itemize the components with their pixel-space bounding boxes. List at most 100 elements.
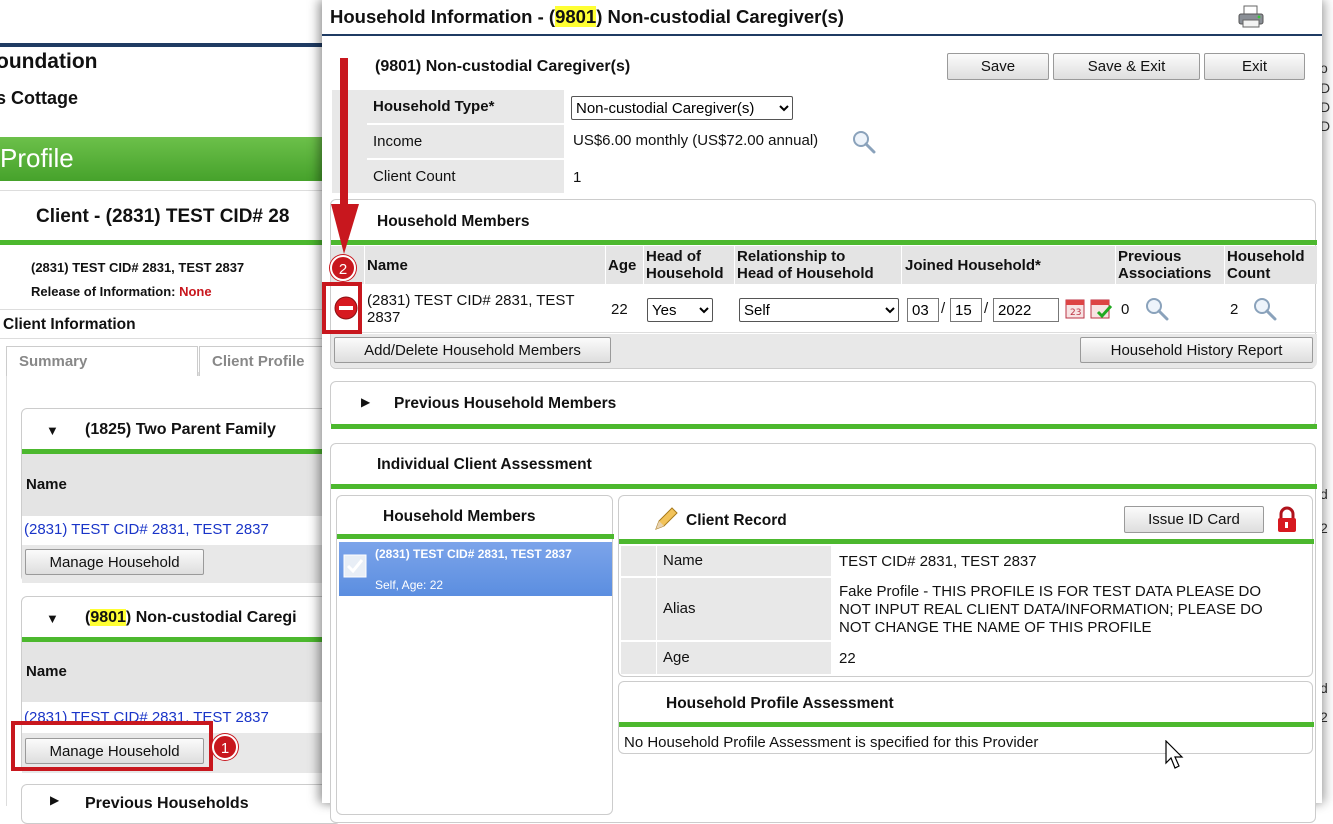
checkmark-icon — [343, 554, 367, 578]
release-of-information: Release of Information: None — [31, 284, 212, 299]
column-joined-household: Joined Household* — [902, 246, 1115, 284]
client-info-heading: Client Information — [3, 316, 136, 333]
printer-icon[interactable] — [1237, 5, 1265, 29]
members-table-header: Name Age Head of Household Relationship t… — [331, 246, 1317, 286]
profile-assessment-heading: Household Profile Assessment — [666, 695, 894, 712]
field-value-age: 22 — [839, 650, 856, 667]
client-line: (2831) TEST CID# 2831, TEST 2837 — [31, 260, 245, 275]
exit-button[interactable]: Exit — [1204, 53, 1305, 80]
previous-associations-search-icon[interactable] — [1145, 297, 1169, 321]
head-of-household-select[interactable]: Yes — [647, 298, 713, 322]
profile-title: Profile — [0, 143, 74, 173]
household-count-value: 2 — [1230, 301, 1239, 318]
client-record-heading: Client Record — [686, 512, 787, 529]
green-rule — [0, 240, 330, 245]
callout-2: 2 — [330, 255, 356, 281]
household-title: (1825) Two Parent Family — [85, 421, 276, 438]
green-rule — [337, 534, 614, 539]
tab-summary[interactable]: Summary — [6, 346, 198, 376]
household-information-dialog: Household Information - (9801) Non-custo… — [322, 0, 1322, 823]
selected-member-name: (2831) TEST CID# 2831, TEST 2837 — [375, 547, 572, 561]
green-rule — [331, 484, 1317, 489]
income-search-icon[interactable] — [852, 130, 876, 154]
client-record-panel: Client Record Issue ID Card Name TEST CI… — [618, 495, 1314, 677]
relationship-select[interactable]: Self — [739, 298, 899, 322]
assessment-heading: Individual Client Assessment — [377, 456, 592, 473]
green-rule — [331, 240, 1317, 245]
highlighted-id: 9801 — [90, 609, 126, 626]
previous-households-heading: Previous Households — [85, 795, 249, 812]
column-age: Age — [606, 246, 643, 284]
top-rule — [0, 43, 330, 47]
profile-assessment-text: No Household Profile Assessment is speci… — [624, 734, 1039, 751]
title-rule — [322, 34, 1322, 36]
household-members-heading: Household Members — [377, 213, 530, 230]
annotation-arrow — [330, 58, 360, 258]
previous-associations-value: 0 — [1121, 301, 1130, 318]
name-column-header: Name — [22, 454, 342, 516]
selected-member-sub: Self, Age: 22 — [375, 578, 444, 592]
collapse-triangle-icon[interactable]: ▼ — [46, 423, 59, 438]
green-rule — [619, 722, 1314, 727]
client-count-value: 1 — [573, 169, 582, 186]
joined-year-input[interactable] — [993, 298, 1059, 322]
tab-client-profile[interactable]: Client Profile — [199, 346, 329, 376]
table-row: (2831) TEST CID# 2831, TEST 2837 22 Yes … — [331, 286, 1317, 333]
expand-triangle-icon[interactable]: ▶ — [50, 793, 59, 807]
household-profile-assessment-panel: Household Profile Assessment No Househol… — [618, 681, 1314, 754]
row-gutter — [621, 546, 656, 576]
column-name: Name — [365, 246, 605, 284]
calendar-icon[interactable]: 23 — [1064, 296, 1086, 320]
household-type-select[interactable]: Non-custodial Caregiver(s) — [571, 96, 793, 120]
row-gutter — [621, 578, 656, 640]
field-value-alias: Fake Profile - THIS PROFILE IS FOR TEST … — [839, 583, 1263, 636]
manage-household-button[interactable]: Manage Household — [25, 549, 204, 575]
collapse-triangle-icon[interactable]: ▼ — [46, 611, 59, 626]
field-label-alias: Alias — [657, 578, 831, 640]
household-panel-1825: ▼ (1825) Two Parent Family Name (2831) T… — [21, 408, 342, 583]
save-button[interactable]: Save — [947, 53, 1049, 80]
lock-icon[interactable] — [1274, 506, 1300, 534]
income-value: US$6.00 monthly (US$72.00 annual) — [573, 132, 819, 149]
pencil-icon — [653, 506, 679, 532]
annotation-box-1 — [11, 721, 213, 771]
field-value-name: TEST CID# 2831, TEST 2837 — [839, 553, 1037, 570]
callout-1: 1 — [212, 734, 238, 760]
date-separator: / — [984, 300, 989, 317]
household-title: (9801) Non-custodial Caregi — [85, 609, 297, 626]
household-history-report-button[interactable]: Household History Report — [1080, 337, 1313, 363]
green-rule — [331, 424, 1317, 429]
name-column-header: Name — [22, 642, 342, 702]
date-separator: / — [941, 300, 946, 317]
org-name: oundation — [0, 50, 98, 73]
column-household-count: Household Count — [1225, 246, 1317, 284]
field-label-name: Name — [657, 546, 831, 576]
member-name: (2831) TEST CID# 2831, TEST 2837 — [367, 292, 575, 326]
issue-id-card-button[interactable]: Issue ID Card — [1124, 506, 1264, 533]
dialog-title: Household Information - (9801) Non-custo… — [330, 6, 844, 27]
field-label-age: Age — [657, 642, 831, 674]
provider-name: s Cottage — [0, 88, 79, 108]
selected-member-item[interactable]: (2831) TEST CID# 2831, TEST 2837 Self, A… — [339, 542, 612, 596]
mouse-cursor-icon — [1165, 739, 1185, 770]
column-relationship: Relationship to Head of Household — [735, 246, 901, 284]
highlighted-id: 9801 — [555, 6, 597, 27]
joined-day-input[interactable] — [950, 298, 982, 322]
assessment-members-heading: Household Members — [383, 508, 536, 525]
expand-triangle-icon[interactable]: ▶ — [361, 395, 370, 409]
annotation-box-2 — [322, 282, 362, 334]
income-label: Income — [367, 125, 564, 158]
previous-household-members-heading[interactable]: Previous Household Members — [394, 395, 616, 413]
household-count-search-icon[interactable] — [1253, 297, 1277, 321]
save-exit-button[interactable]: Save & Exit — [1053, 53, 1200, 80]
release-label: Release of Information: — [31, 284, 176, 299]
client-count-label: Client Count — [367, 160, 564, 193]
previous-households-panel: ▶ Previous Households — [21, 784, 341, 824]
joined-month-input[interactable] — [907, 298, 939, 322]
calendar-today-icon[interactable] — [1089, 296, 1113, 320]
column-previous-associations: Previous Associations — [1116, 246, 1224, 284]
add-delete-members-button[interactable]: Add/Delete Household Members — [334, 337, 611, 363]
client-tabs: Summary Client Profile — [6, 346, 329, 376]
household-member-link[interactable]: (2831) TEST CID# 2831, TEST 2837 — [24, 521, 269, 538]
green-rule — [619, 539, 1314, 544]
